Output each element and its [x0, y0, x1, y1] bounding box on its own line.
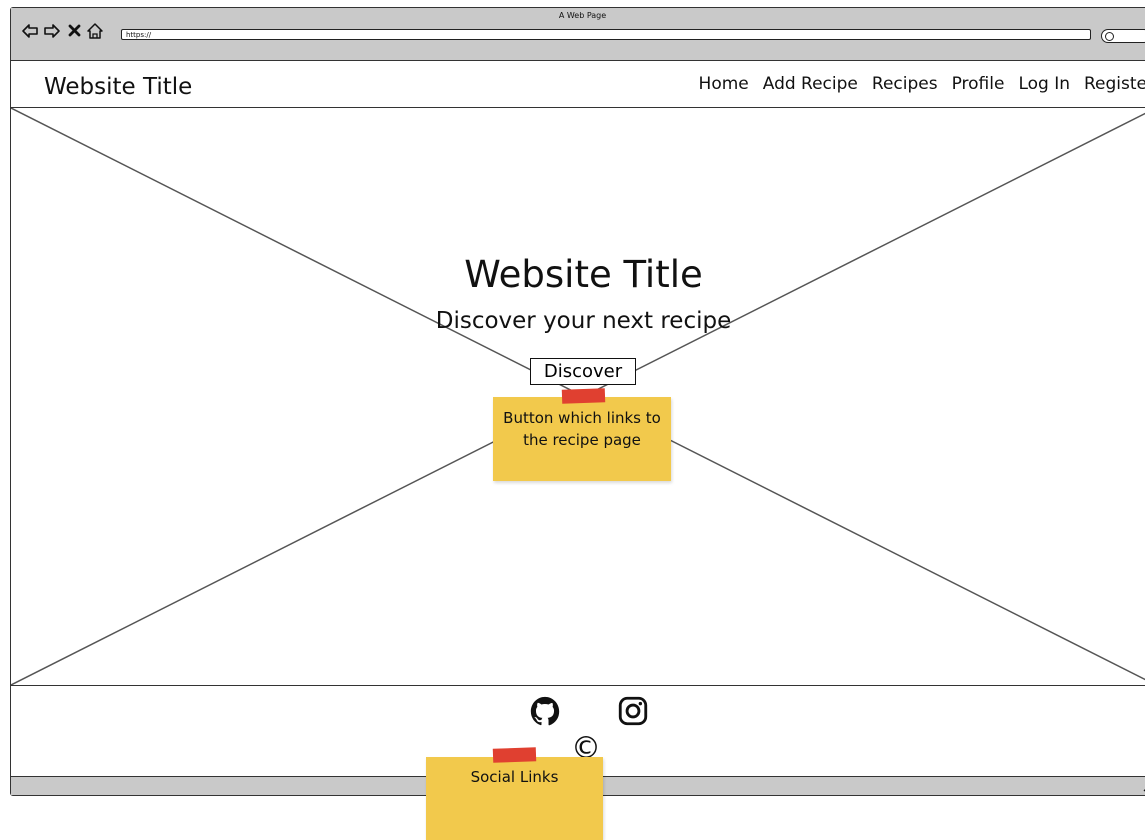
browser-toolbar: A Web Page https:// — [11, 8, 1145, 61]
nav-link-log-in[interactable]: Log In — [1018, 74, 1070, 94]
address-bar[interactable]: https:// — [121, 29, 1091, 40]
resize-grip-icon[interactable] — [1140, 780, 1145, 792]
nav-link-recipes[interactable]: Recipes — [872, 74, 938, 94]
search-icon — [1105, 32, 1114, 41]
nav-link-add-recipe[interactable]: Add Recipe — [763, 74, 858, 94]
back-arrow-icon[interactable] — [21, 22, 39, 40]
window-title: A Web Page — [558, 11, 607, 20]
discover-button[interactable]: Discover — [530, 358, 636, 385]
sticky-tape — [492, 747, 537, 763]
browser-search-box[interactable] — [1101, 29, 1145, 43]
sticky-note-button: Button which links to the recipe page — [493, 397, 671, 481]
site-navbar: Website Title Home Add Recipe Recipes Pr… — [11, 60, 1145, 108]
sticky-tape — [561, 388, 606, 404]
close-x-icon[interactable] — [66, 22, 84, 40]
site-title[interactable]: Website Title — [44, 74, 192, 100]
instagram-icon[interactable] — [616, 694, 650, 728]
nav-link-register[interactable]: Register — [1084, 74, 1145, 94]
nav-link-profile[interactable]: Profile — [952, 74, 1005, 94]
sticky-note-social: Social Links — [426, 757, 603, 840]
forward-arrow-icon[interactable] — [43, 22, 61, 40]
github-icon[interactable] — [528, 694, 562, 728]
hero-title: Website Title — [464, 253, 703, 296]
sticky-note-text: Button which links to the recipe page — [503, 409, 661, 449]
nav-links: Home Add Recipe Recipes Profile Log In R… — [699, 74, 1145, 94]
nav-link-home[interactable]: Home — [699, 74, 749, 94]
hero-subtitle: Discover your next recipe — [435, 308, 732, 334]
sticky-note-text: Social Links — [470, 768, 559, 786]
home-icon[interactable] — [86, 22, 104, 40]
